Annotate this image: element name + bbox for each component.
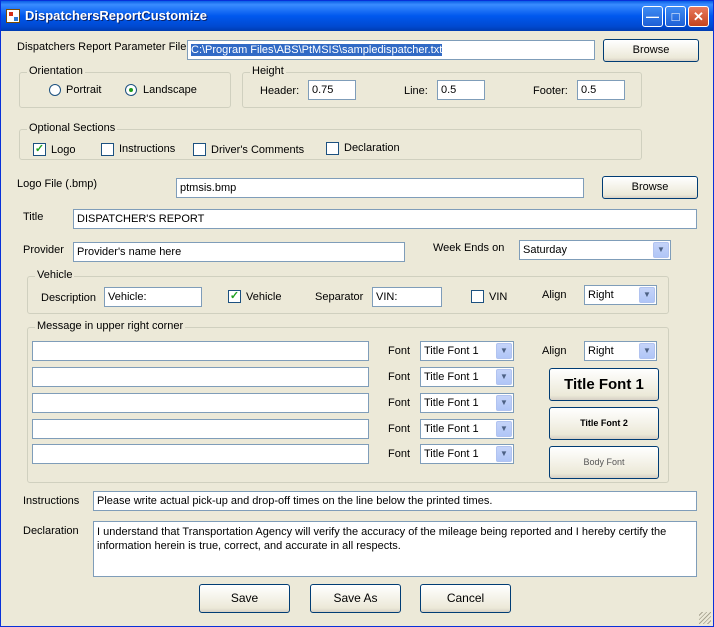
message-font-select[interactable]: Title Font 1 ▼ [420, 444, 514, 464]
line-label: Line: [404, 85, 428, 97]
message-row-input[interactable] [32, 444, 369, 464]
message-row-input[interactable] [32, 419, 369, 439]
instructions-checkbox[interactable] [101, 143, 114, 156]
close-icon[interactable]: ✕ [688, 6, 709, 27]
portrait-radio[interactable] [49, 84, 61, 96]
dialog-window: DispatchersReportCustomize — □ ✕ Dispatc… [0, 0, 714, 627]
minimize-icon[interactable]: — [642, 6, 663, 27]
chevron-down-icon[interactable]: ▼ [496, 421, 512, 437]
logo-checkbox[interactable]: ✓ [33, 143, 46, 156]
instructions-input[interactable]: Please write actual pick-up and drop-off… [93, 491, 697, 511]
orientation-title: Orientation [27, 65, 85, 77]
instructions-label: Instructions [23, 495, 80, 507]
message-font-select[interactable]: Title Font 1 ▼ [420, 419, 514, 439]
optional-sections-title: Optional Sections [27, 122, 118, 134]
description-label: Description [41, 292, 97, 304]
description-input[interactable]: Vehicle: [104, 287, 202, 307]
message-align-value: Right [588, 345, 614, 357]
chevron-down-icon[interactable]: ▼ [496, 395, 512, 411]
week-ends-value: Saturday [523, 244, 568, 256]
message-row-input[interactable] [32, 393, 369, 413]
font-label: Font [388, 397, 411, 409]
title-font-2-button[interactable]: Title Font 2 [549, 407, 659, 440]
resize-grip-icon[interactable] [699, 612, 711, 624]
cancel-button[interactable]: Cancel [420, 584, 511, 613]
chevron-down-icon[interactable]: ▼ [639, 343, 655, 359]
chevron-down-icon[interactable]: ▼ [639, 287, 655, 303]
logo-file-browse-button[interactable]: Browse [602, 176, 698, 199]
title-bar[interactable]: DispatchersReportCustomize — □ ✕ [1, 1, 713, 31]
chevron-down-icon[interactable]: ▼ [653, 242, 669, 258]
week-ends-select[interactable]: Saturday ▼ [519, 240, 671, 260]
landscape-label: Landscape [143, 84, 197, 96]
message-font-value: Title Font 1 [424, 423, 479, 435]
message-font-value: Title Font 1 [424, 448, 479, 460]
save-as-button[interactable]: Save As [310, 584, 401, 613]
save-button[interactable]: Save [199, 584, 290, 613]
message-font-value: Title Font 1 [424, 371, 479, 383]
vin-check-label: VIN [489, 291, 508, 303]
vehicle-check-label: Vehicle [246, 291, 282, 303]
maximize-icon[interactable]: □ [665, 6, 686, 27]
drivers-comments-check-label: Driver's Comments [211, 144, 305, 156]
chevron-down-icon[interactable]: ▼ [496, 343, 512, 359]
message-font-value: Title Font 1 [424, 345, 479, 357]
declaration-label: Declaration [23, 525, 79, 537]
landscape-radio[interactable] [125, 84, 137, 96]
declaration-check-label: Declaration [344, 142, 400, 154]
logo-file-label: Logo File (.bmp) [17, 178, 98, 190]
chevron-down-icon[interactable]: ▼ [496, 446, 512, 462]
chevron-down-icon[interactable]: ▼ [496, 369, 512, 385]
instructions-check-label: Instructions [119, 143, 176, 155]
declaration-checkbox[interactable] [326, 142, 339, 155]
message-font-select[interactable]: Title Font 1 ▼ [420, 341, 514, 361]
provider-input[interactable]: Provider's name here [73, 242, 405, 262]
title-input[interactable]: DISPATCHER'S REPORT [73, 209, 697, 229]
window-title: DispatchersReportCustomize [25, 8, 208, 23]
height-title: Height [250, 65, 286, 77]
vin-checkbox[interactable] [471, 290, 484, 303]
param-file-value: C:\Program Files\ABS\PtMSIS\sampledispat… [191, 44, 443, 56]
message-title: Message in upper right corner [35, 320, 186, 332]
separator-input[interactable]: VIN: [372, 287, 442, 307]
logo-file-input[interactable]: ptmsis.bmp [176, 178, 584, 198]
line-input[interactable]: 0.5 [437, 80, 485, 100]
declaration-textarea[interactable]: I understand that Transportation Agency … [93, 521, 697, 577]
message-align-label: Align [542, 345, 567, 357]
separator-label: Separator [315, 291, 364, 303]
param-file-label: Dispatchers Report Parameter File [17, 41, 187, 53]
vehicle-checkbox[interactable]: ✓ [228, 290, 241, 303]
font-label: Font [388, 371, 411, 383]
body-font-button[interactable]: Body Font [549, 446, 659, 479]
message-font-value: Title Font 1 [424, 397, 479, 409]
drivers-comments-checkbox[interactable] [193, 143, 206, 156]
week-ends-label: Week Ends on [433, 242, 505, 254]
header-input[interactable]: 0.75 [308, 80, 356, 100]
message-font-select[interactable]: Title Font 1 ▼ [420, 393, 514, 413]
message-row-input[interactable] [32, 367, 369, 387]
header-label: Header: [260, 85, 300, 97]
font-label: Font [388, 345, 411, 357]
message-font-select[interactable]: Title Font 1 ▼ [420, 367, 514, 387]
message-row-input[interactable] [32, 341, 369, 361]
logo-check-label: Logo [51, 144, 76, 156]
provider-label: Provider [23, 244, 64, 256]
vehicle-align-value: Right [588, 289, 614, 301]
vehicle-title: Vehicle [35, 269, 75, 281]
font-label: Font [388, 423, 411, 435]
param-file-input[interactable]: C:\Program Files\ABS\PtMSIS\sampledispat… [187, 40, 595, 60]
title-label: Title [23, 211, 44, 223]
vehicle-align-select[interactable]: Right ▼ [584, 285, 657, 305]
vehicle-align-label: Align [542, 289, 567, 301]
footer-label: Footer: [533, 85, 568, 97]
footer-input[interactable]: 0.5 [577, 80, 625, 100]
title-font-1-button[interactable]: Title Font 1 [549, 368, 659, 401]
message-align-select[interactable]: Right ▼ [584, 341, 657, 361]
app-icon [6, 9, 20, 23]
portrait-label: Portrait [66, 84, 102, 96]
param-file-browse-button[interactable]: Browse [603, 39, 699, 62]
font-label: Font [388, 448, 411, 460]
